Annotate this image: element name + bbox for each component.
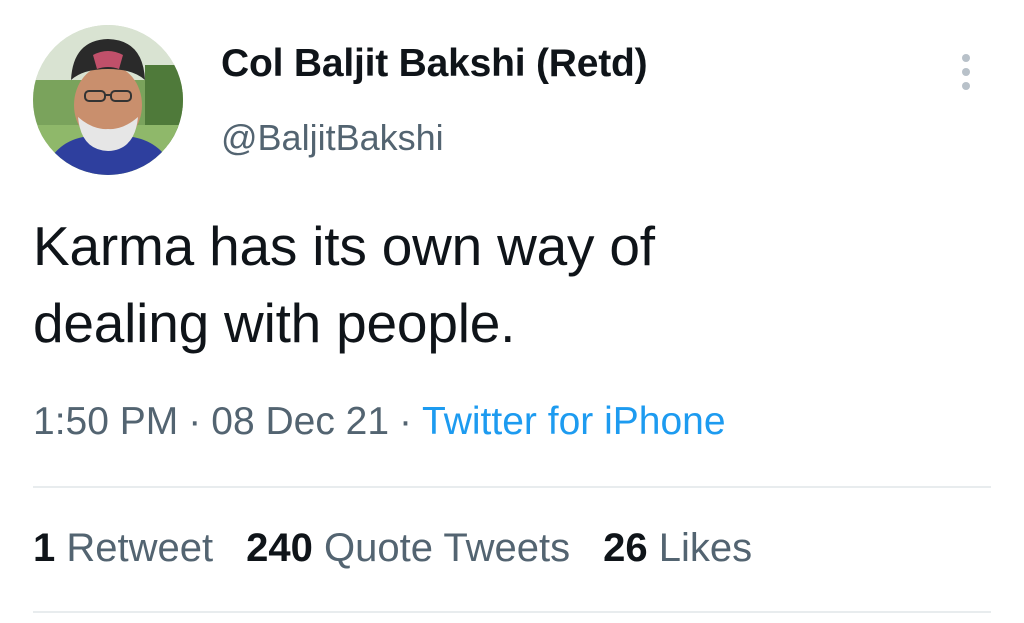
likes-stat[interactable]: 26 Likes — [603, 526, 752, 571]
author-avatar[interactable] — [33, 25, 183, 175]
quote-tweets-label: Quote Tweets — [324, 526, 571, 570]
divider — [33, 611, 991, 613]
meta-separator: · — [399, 400, 413, 443]
tweet-metadata: 1:50 PM · 08 Dec 21 · Twitter for iPhone — [33, 400, 726, 444]
quote-tweets-stat[interactable]: 240 Quote Tweets — [246, 526, 570, 571]
divider — [33, 486, 991, 488]
tweet-stats: 1 Retweet 240 Quote Tweets 26 Likes — [33, 526, 785, 571]
tweet-text-line: Karma has its own way of — [33, 215, 655, 277]
more-vertical-icon[interactable] — [953, 50, 979, 94]
tweet-date[interactable]: 08 Dec 21 — [211, 400, 389, 443]
tweet-card: Col Baljit Bakshi (Retd) @BaljitBakshi K… — [0, 0, 1024, 623]
retweets-label: Retweet — [66, 526, 214, 570]
tweet-text: Karma has its own way of dealing with pe… — [33, 208, 993, 362]
meta-separator: · — [188, 400, 202, 443]
tweet-time[interactable]: 1:50 PM — [33, 400, 178, 443]
tweet-text-line: dealing with people. — [33, 292, 516, 354]
author-handle[interactable]: @BaljitBakshi — [221, 117, 444, 159]
quote-tweets-count: 240 — [246, 526, 313, 570]
author-display-name[interactable]: Col Baljit Bakshi (Retd) — [221, 42, 648, 86]
retweets-stat[interactable]: 1 Retweet — [33, 526, 213, 571]
tweet-source-link[interactable]: Twitter for iPhone — [422, 400, 725, 443]
likes-count: 26 — [603, 526, 648, 570]
likes-label: Likes — [658, 526, 753, 570]
retweets-count: 1 — [33, 526, 56, 570]
avatar-photo-icon — [33, 25, 183, 175]
